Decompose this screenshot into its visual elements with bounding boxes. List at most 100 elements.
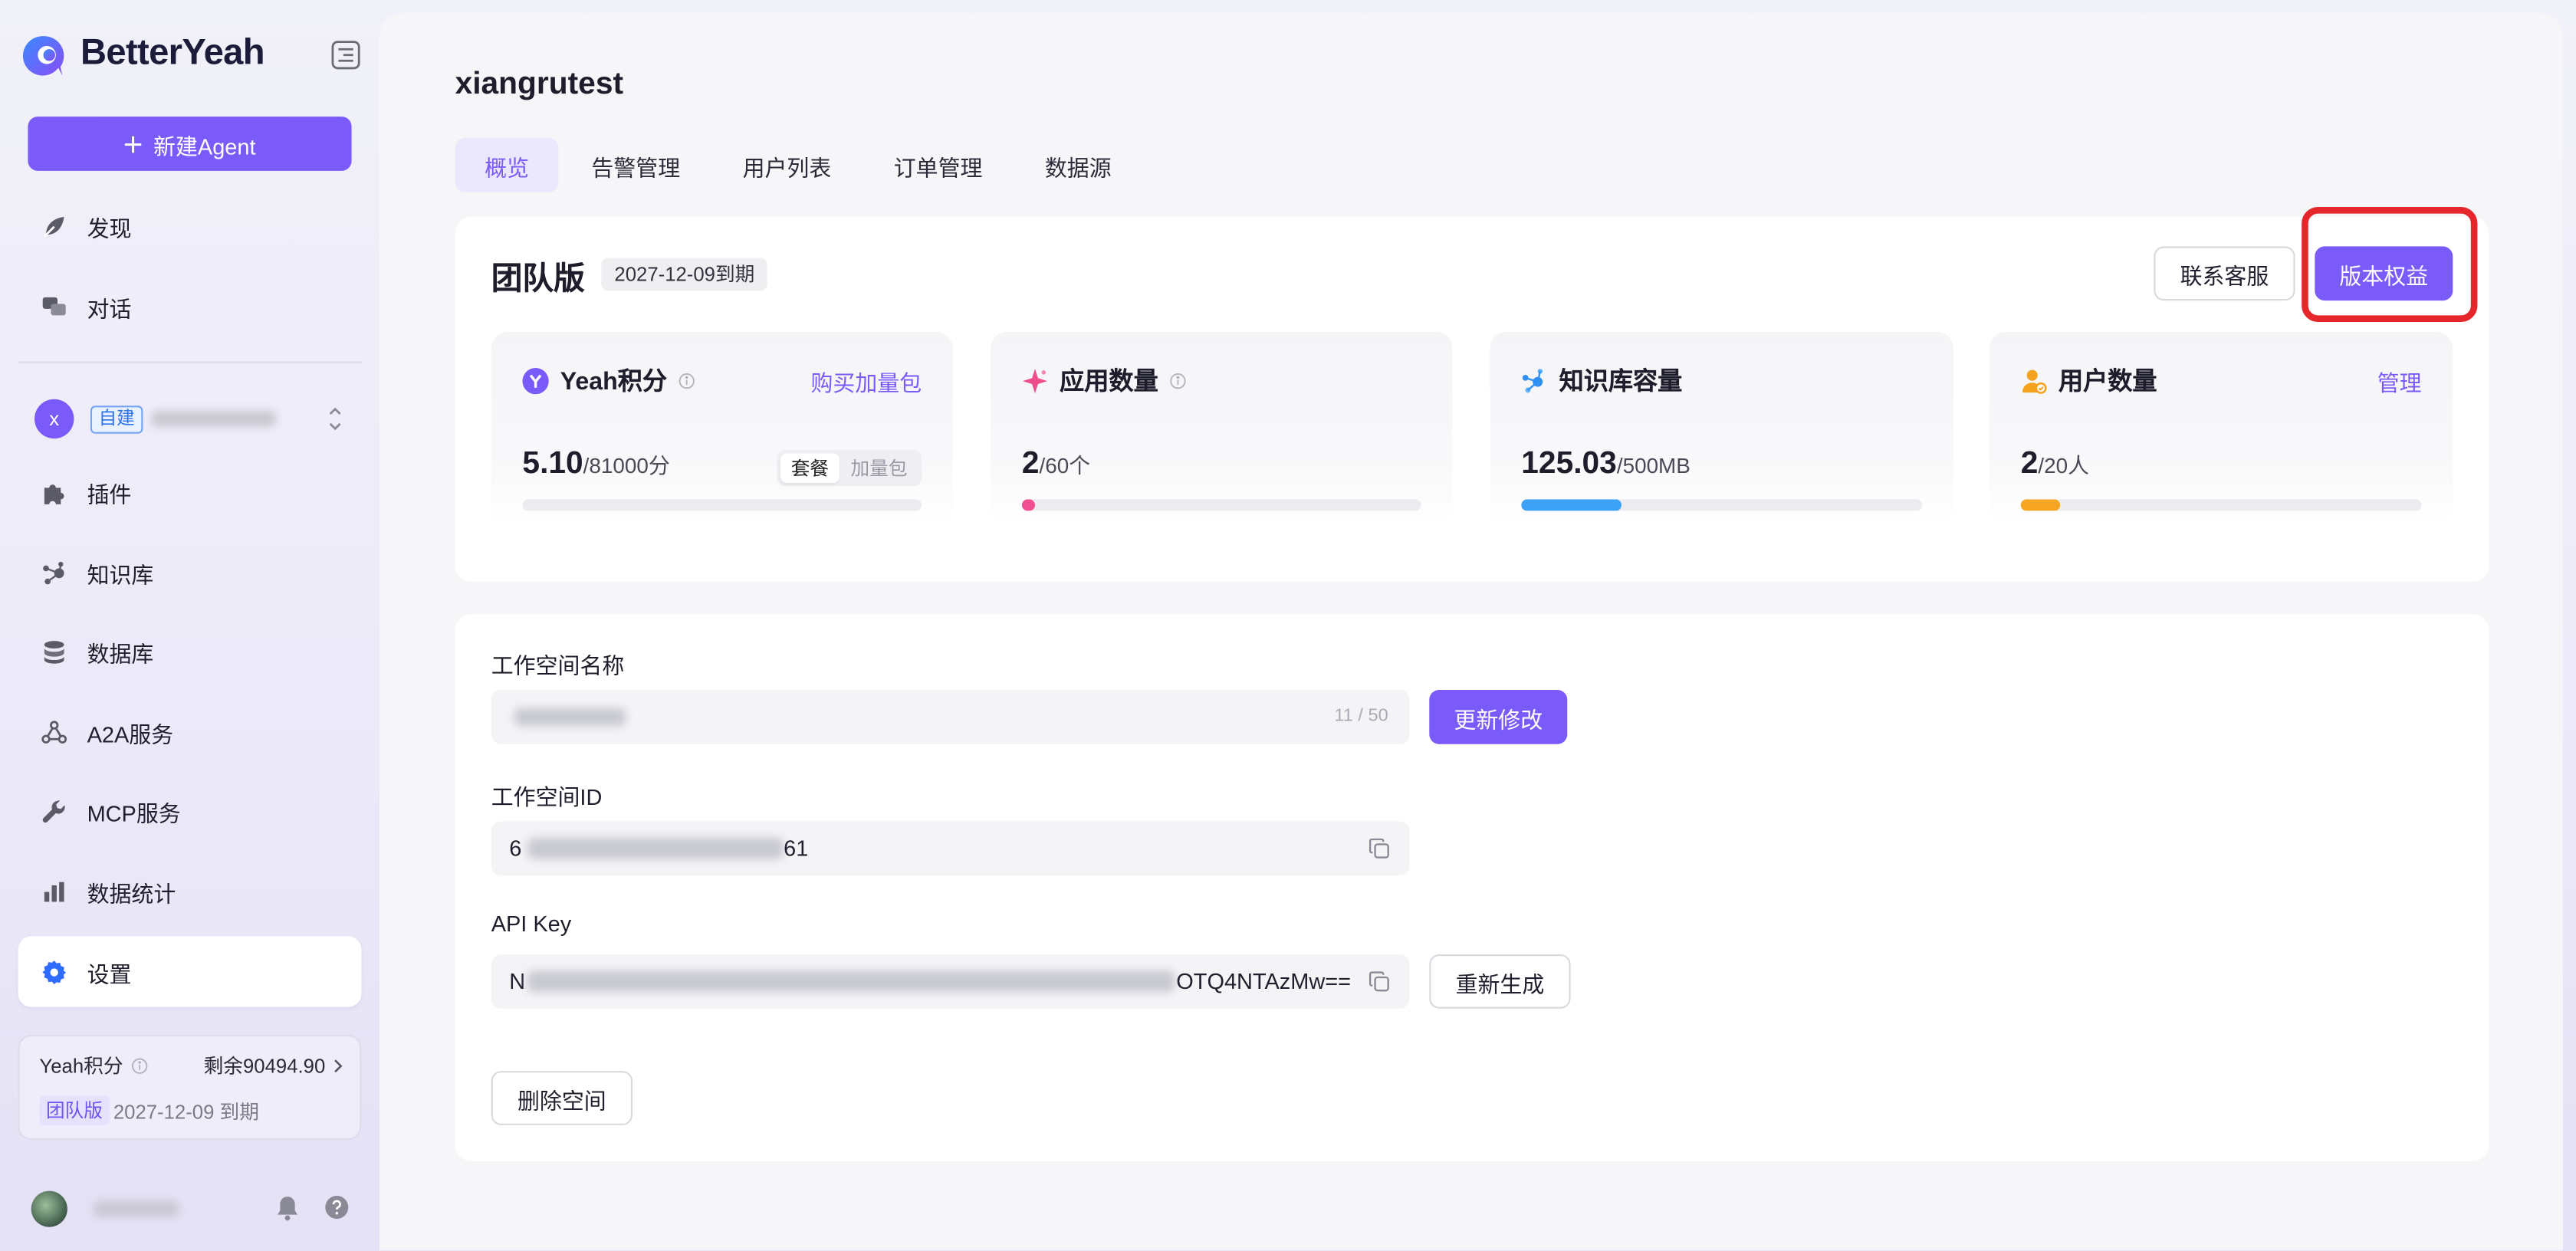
regenerate-key-button[interactable]: 重新生成 <box>1429 954 1571 1009</box>
gear-icon <box>41 958 67 984</box>
tab-datasource[interactable]: 数据源 <box>1015 138 1141 192</box>
stat-card-credits: Yeah积分 购买加量包 5.10 /81000分 套餐 加量包 <box>491 331 953 526</box>
stat-header: 应用数量 <box>1022 363 1186 398</box>
manage-users-link[interactable]: 管理 <box>2377 365 2422 398</box>
sidebar: BetterYeah 新建Agent 发现 对话 x 自建 插件 知识库 数据库… <box>0 0 380 1250</box>
info-icon[interactable] <box>678 372 695 389</box>
nav-item-a2a[interactable]: A2A服务 <box>18 698 362 767</box>
nav-item-statistics[interactable]: 数据统计 <box>18 858 362 927</box>
network-icon <box>1521 367 1547 393</box>
nav-label: 对话 <box>87 297 132 322</box>
collapse-sidebar-icon[interactable] <box>330 39 362 71</box>
stat-unit: /20人 <box>2038 453 2089 478</box>
info-icon[interactable] <box>1170 372 1186 389</box>
workspace-id-label: 工作空间ID <box>491 785 603 810</box>
bar-chart-icon <box>41 878 67 905</box>
chevron-right-icon <box>332 1057 343 1073</box>
sparkle-icon <box>1022 367 1048 393</box>
redacted-text <box>514 708 626 727</box>
page-title: xiangrutest <box>455 67 624 102</box>
nav-item-chat[interactable]: 对话 <box>18 273 362 342</box>
package-toggle[interactable]: 套餐 加量包 <box>777 450 922 487</box>
stat-unit: /81000分 <box>583 453 670 478</box>
api-key-prefix: N <box>509 969 526 994</box>
a2a-icon <box>41 720 67 746</box>
tab-users[interactable]: 用户列表 <box>713 138 861 192</box>
progress-fill <box>2020 499 2061 511</box>
redacted-text <box>527 837 784 859</box>
nav-item-discover[interactable]: 发现 <box>18 192 362 261</box>
stat-number: 2 <box>1021 446 1040 481</box>
copy-icon[interactable] <box>1368 838 1390 859</box>
contact-support-button[interactable]: 联系客服 <box>2154 246 2295 301</box>
credits-label-row: Yeah积分 <box>39 1051 148 1079</box>
nav-item-settings[interactable]: 设置 <box>18 936 362 1007</box>
puzzle-icon <box>41 480 67 506</box>
plan-name: 团队版 <box>491 262 585 297</box>
tab-alerts[interactable]: 告警管理 <box>562 138 710 192</box>
api-key-label: API Key <box>491 911 572 937</box>
progress-bar <box>2020 499 2422 511</box>
stat-title: 用户数量 <box>2058 368 2157 396</box>
stat-value: 2 /20人 <box>2021 447 2089 483</box>
bell-icon[interactable] <box>274 1194 301 1222</box>
tab-overview[interactable]: 概览 <box>455 138 559 192</box>
stat-header: 知识库容量 <box>1521 363 1682 398</box>
nav-item-database[interactable]: 数据库 <box>18 618 362 687</box>
credits-card[interactable]: Yeah积分 剩余90494.90 团队版 2027-12-09 到期 <box>18 1035 362 1141</box>
info-icon[interactable] <box>131 1057 148 1073</box>
annotation-highlight-box <box>2302 207 2478 322</box>
stat-unit: /60个 <box>1039 453 1091 478</box>
stat-title: 应用数量 <box>1060 368 1158 396</box>
api-key-suffix: OTQ4NTAzMw== <box>1176 969 1352 994</box>
nav-item-mcp[interactable]: MCP服务 <box>18 777 362 846</box>
stat-card-knowledge: 知识库容量 125.03 /500MB <box>1490 331 1953 526</box>
workspace-avatar: x <box>34 399 74 439</box>
credits-label: Yeah积分 <box>39 1054 123 1078</box>
chevron-up-down-icon[interactable] <box>325 402 345 435</box>
nav-label: 数据统计 <box>87 882 176 907</box>
brand-logo-icon[interactable] <box>20 33 66 79</box>
workspace-name-input[interactable]: 11 / 50 <box>491 690 1410 744</box>
buy-addon-link[interactable]: 购买加量包 <box>811 365 922 398</box>
nav-label: 设置 <box>87 961 132 987</box>
delete-workspace-button[interactable]: 删除空间 <box>491 1071 632 1125</box>
wrench-icon <box>41 798 67 824</box>
toggle-package[interactable]: 套餐 <box>780 453 840 483</box>
nav-item-knowledge[interactable]: 知识库 <box>18 539 362 608</box>
api-key-field[interactable]: N OTQ4NTAzMw== <box>491 954 1410 1009</box>
stat-value: 125.03 /500MB <box>1521 447 1691 483</box>
progress-bar <box>1021 499 1421 511</box>
avatar[interactable] <box>31 1190 67 1227</box>
progress-bar <box>1521 499 1923 511</box>
copy-icon[interactable] <box>1368 970 1390 992</box>
brand-name: BetterYeah <box>80 31 265 73</box>
progress-fill <box>1021 499 1036 511</box>
tab-orders[interactable]: 订单管理 <box>864 138 1012 192</box>
nav-label: MCP服务 <box>87 801 181 826</box>
workspace-id-field[interactable]: 6 61 <box>491 821 1410 876</box>
stat-card-users: 用户数量 管理 2 /20人 <box>1990 331 2453 526</box>
stat-value: 5.10 /81000分 <box>522 447 669 483</box>
new-agent-button[interactable]: 新建Agent <box>28 117 352 171</box>
plan-expiry: 2027-12-09 到期 <box>113 1100 259 1124</box>
nav-item-plugins[interactable]: 插件 <box>18 458 362 527</box>
plan-card: 团队版 2027-12-09到期 联系客服 版本权益 Yeah积分 购买加量包 … <box>455 216 2489 582</box>
stat-header: 用户数量 <box>2021 363 2157 398</box>
id-prefix: 6 <box>509 836 522 861</box>
credits-remaining: 剩余90494.90 <box>203 1054 326 1078</box>
help-icon[interactable] <box>324 1194 350 1220</box>
redacted-user-name <box>94 1200 179 1217</box>
workspace-name-label: 工作空间名称 <box>491 653 625 678</box>
toggle-addon[interactable]: 加量包 <box>840 453 918 483</box>
nav-label: 发现 <box>87 216 132 241</box>
char-counter: 11 / 50 <box>1334 706 1388 727</box>
update-name-button[interactable]: 更新修改 <box>1429 690 1568 744</box>
stat-number: 5.10 <box>522 446 583 481</box>
stat-number: 2 <box>2020 446 2039 481</box>
workspace-settings-card: 工作空间名称 11 / 50 更新修改 工作空间ID 6 61 API Key … <box>455 614 2489 1161</box>
stat-card-apps: 应用数量 2 /60个 <box>991 331 1453 526</box>
yeah-credit-icon <box>522 366 549 394</box>
credits-remaining-row[interactable]: 剩余90494.90 <box>204 1051 343 1079</box>
stat-value: 2 /60个 <box>1022 447 1090 483</box>
